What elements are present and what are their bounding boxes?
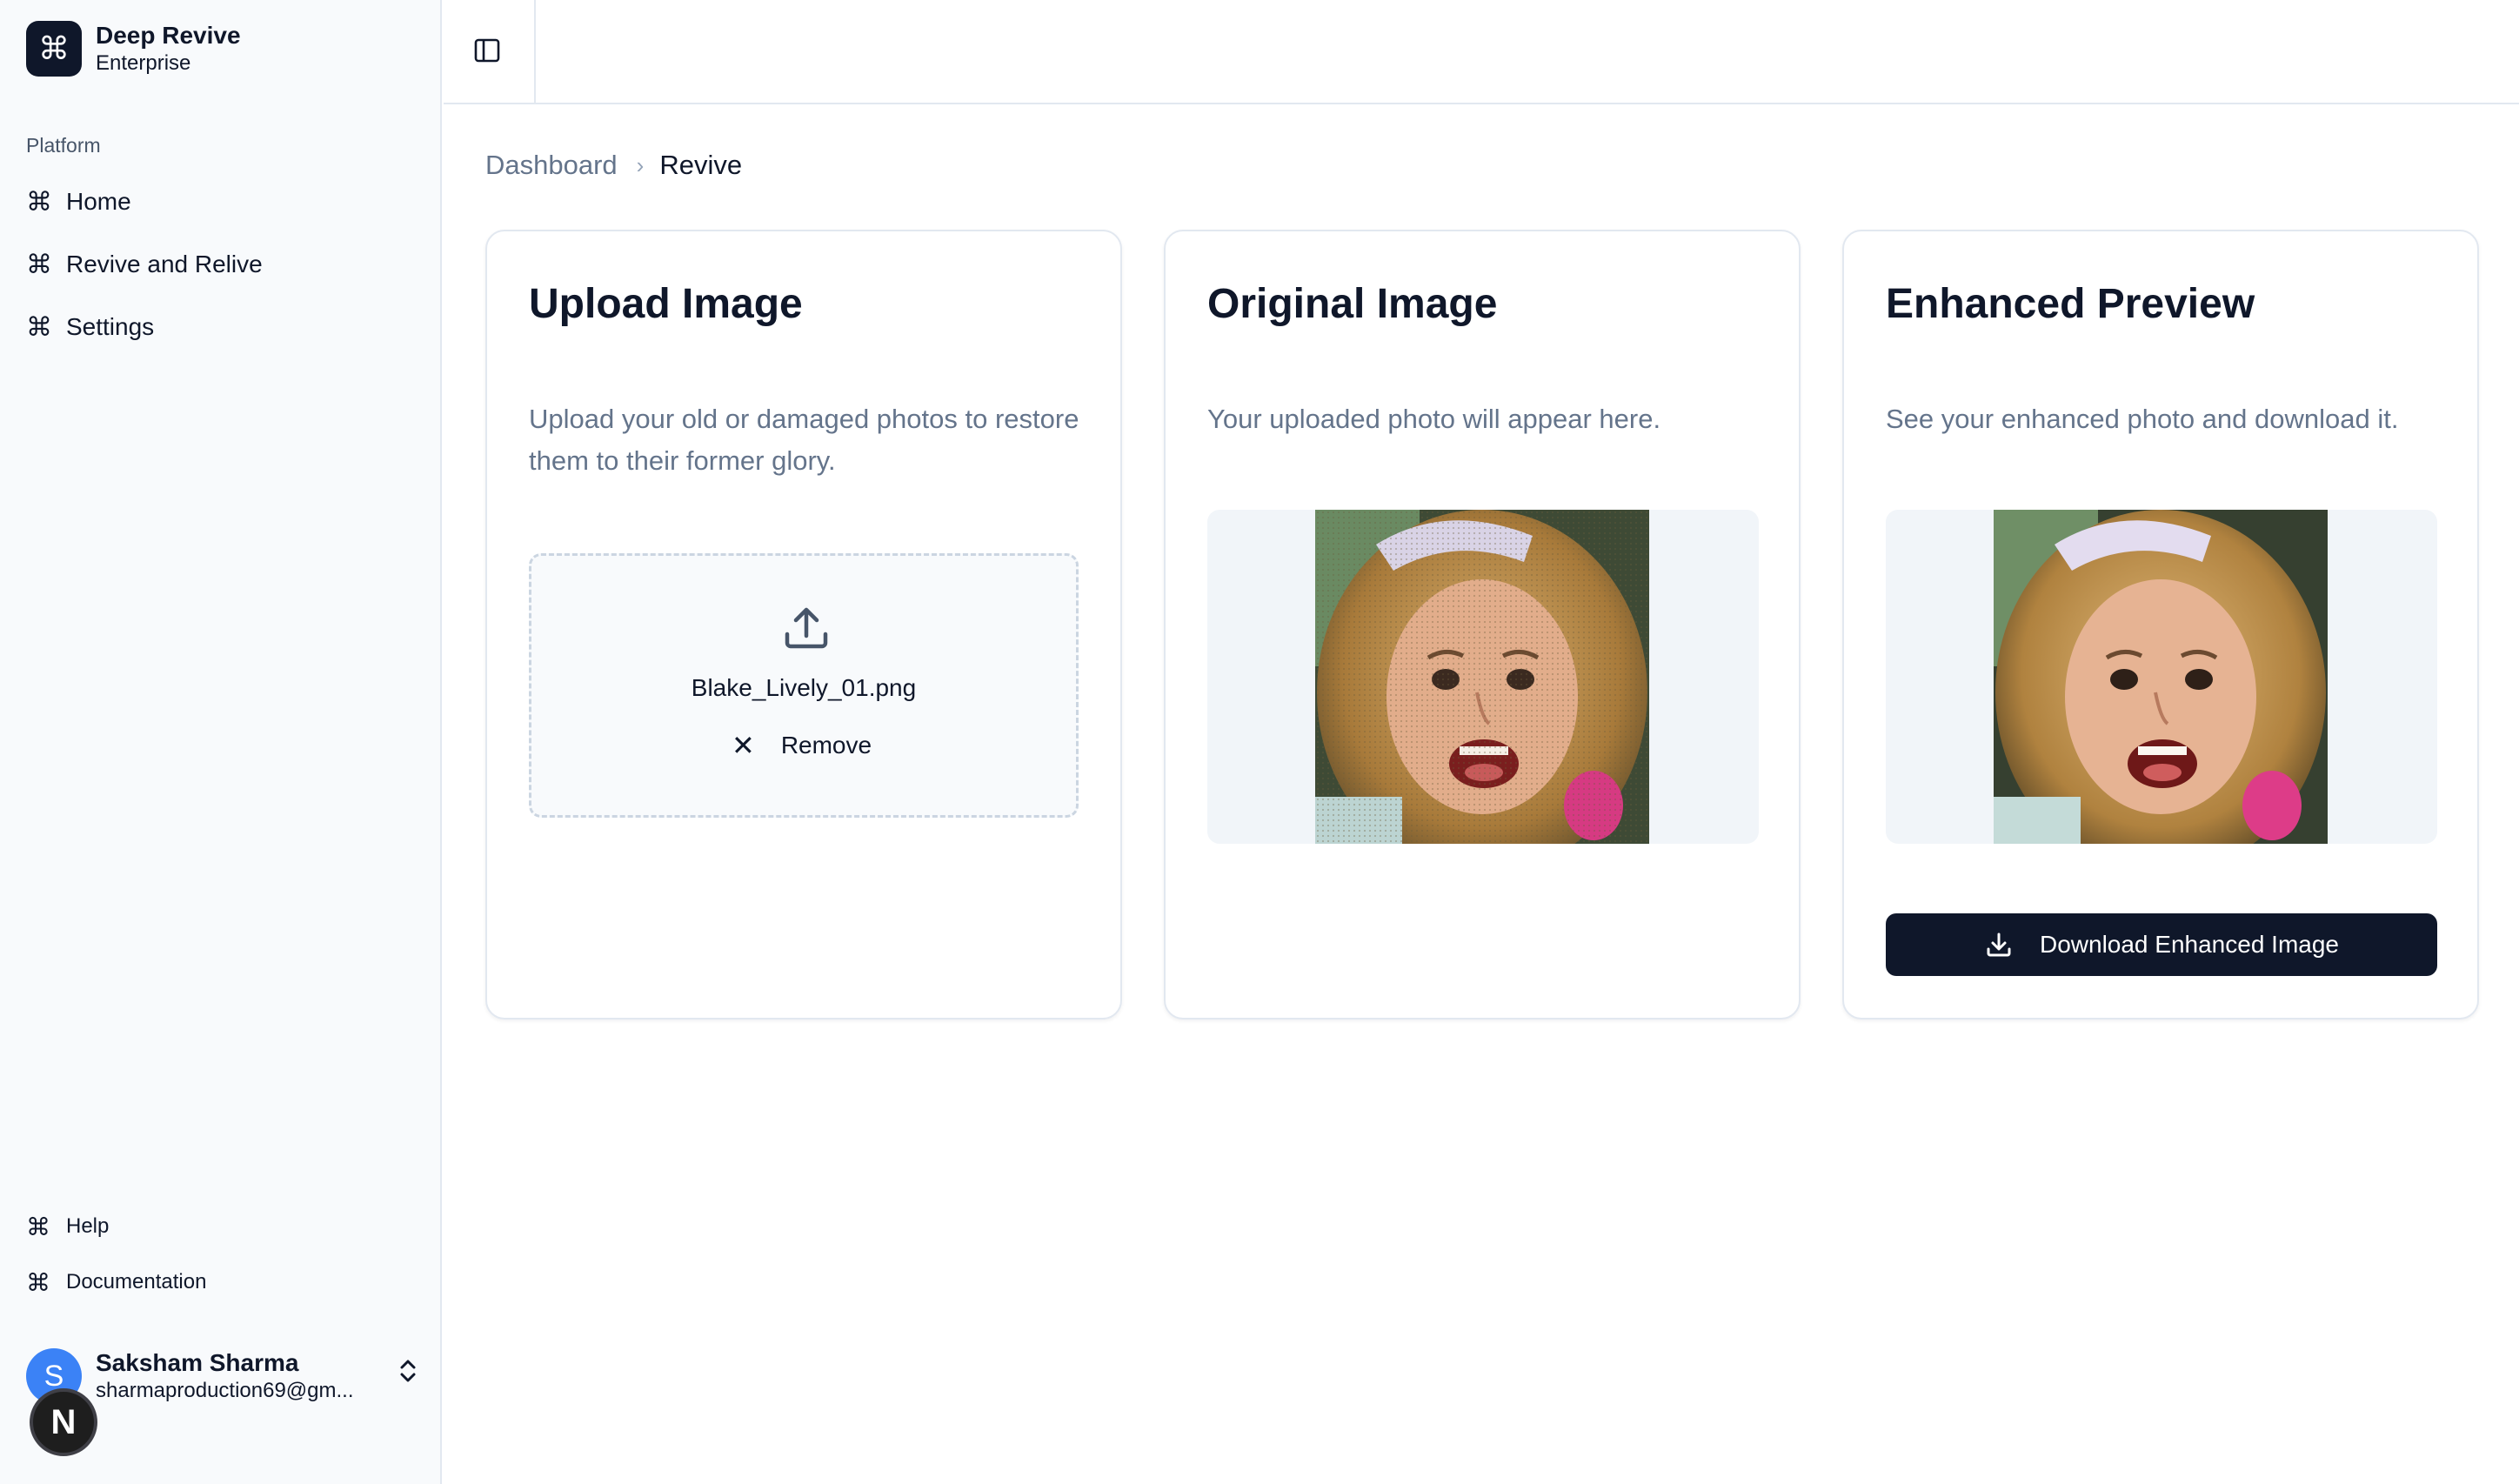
uploaded-file-name: Blake_Lively_01.png <box>691 674 917 701</box>
enhanced-photo <box>1994 510 2328 844</box>
upload-dropzone[interactable]: Blake_Lively_01.png ✕ Remove <box>529 553 1079 818</box>
divider <box>534 0 536 104</box>
enhanced-image-frame <box>1886 510 2437 844</box>
command-icon: ⌘ <box>26 21 82 77</box>
command-icon: ⌘ <box>26 1212 50 1241</box>
brand[interactable]: ⌘ Deep Revive Enterprise <box>26 21 241 77</box>
sidebar-item-help[interactable]: ⌘ Help <box>26 1206 109 1247</box>
upload-icon <box>785 607 828 649</box>
sidebar-item-settings[interactable]: ⌘ Settings <box>26 306 154 348</box>
original-photo <box>1315 510 1649 844</box>
user-email: sharmaproduction69@gm... <box>96 1379 354 1402</box>
download-enhanced-button[interactable]: Download Enhanced Image <box>1886 913 2437 976</box>
breadcrumb: Dashboard › Revive <box>485 150 742 181</box>
command-icon: ⌘ <box>26 249 52 280</box>
sidebar: ⌘ Deep Revive Enterprise Platform ⌘ Home… <box>0 0 442 1484</box>
original-image-frame <box>1207 510 1759 844</box>
download-label: Download Enhanced Image <box>2039 931 2339 958</box>
sidebar-toggle-icon[interactable] <box>468 31 506 70</box>
card-description: Upload your old or damaged photos to res… <box>529 404 1079 476</box>
close-icon: ✕ <box>732 729 755 762</box>
brand-name: Deep Revive <box>96 22 241 49</box>
card-title: Enhanced Preview <box>1886 281 2255 327</box>
breadcrumb-current: Revive <box>659 150 743 180</box>
nextjs-dev-badge[interactable]: N <box>30 1388 97 1456</box>
chevron-right-icon: › <box>636 151 645 178</box>
sidebar-item-documentation[interactable]: ⌘ Documentation <box>26 1261 206 1303</box>
sidebar-item-label: Settings <box>66 313 155 340</box>
original-image-card: Original Image Your uploaded photo will … <box>1164 230 1801 1019</box>
sidebar-item-label: Revive and Relive <box>66 251 263 277</box>
command-icon: ⌘ <box>26 1267 50 1297</box>
remove-label: Remove <box>780 732 872 759</box>
sidebar-item-home[interactable]: ⌘ Home <box>26 181 131 223</box>
command-icon: ⌘ <box>26 186 52 217</box>
upload-card: Upload Image Upload your old or damaged … <box>485 230 1122 1019</box>
card-title: Upload Image <box>529 281 803 327</box>
command-icon: ⌘ <box>26 311 52 343</box>
chevrons-up-down-icon <box>398 1357 418 1387</box>
card-title: Original Image <box>1207 281 1498 327</box>
breadcrumb-dashboard[interactable]: Dashboard <box>485 150 618 181</box>
remove-button[interactable]: ✕ Remove <box>732 726 872 765</box>
sidebar-item-label: Help <box>66 1214 110 1238</box>
brand-subtitle: Enterprise <box>96 51 191 75</box>
topbar <box>444 0 2519 104</box>
download-icon <box>1987 933 2011 957</box>
sidebar-item-revive-and-relive[interactable]: ⌘ Revive and Relive <box>26 244 263 285</box>
card-description: See your enhanced photo and download it. <box>1886 404 2399 434</box>
enhanced-preview-card: Enhanced Preview See your enhanced photo… <box>1842 230 2479 1019</box>
card-description: Your uploaded photo will appear here. <box>1207 404 1661 434</box>
sidebar-item-label: Home <box>66 188 131 215</box>
sidebar-item-label: Documentation <box>66 1270 207 1293</box>
user-name: Saksham Sharma <box>96 1349 299 1376</box>
nav-group-label: Platform <box>26 134 101 157</box>
